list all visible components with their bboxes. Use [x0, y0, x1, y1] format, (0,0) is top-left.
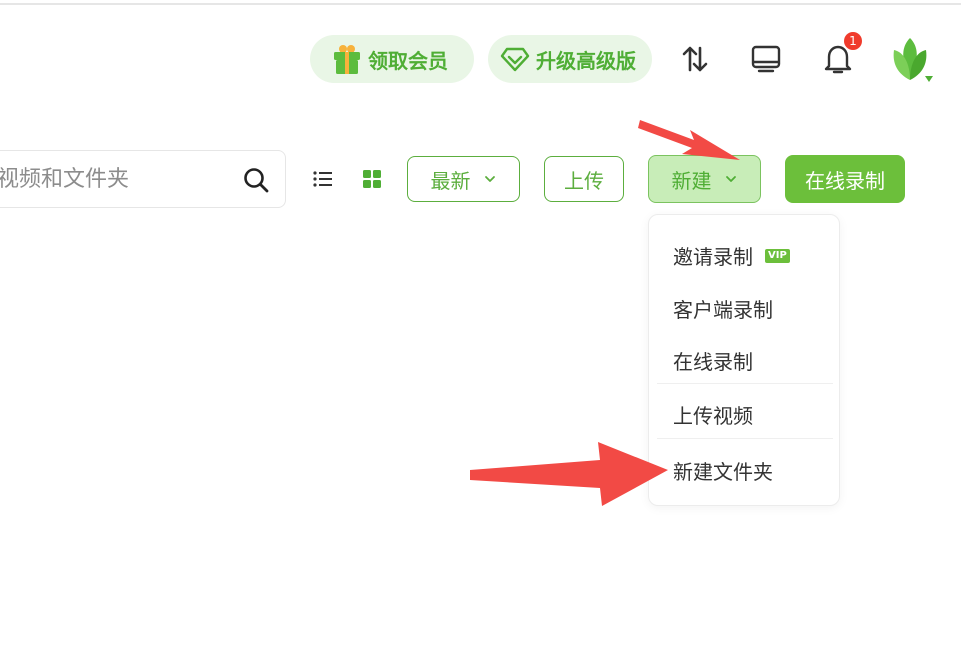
- claim-membership-label: 领取会员: [368, 48, 448, 73]
- upgrade-premium-button[interactable]: 升级高级版: [488, 35, 652, 83]
- menu-item-invite-record[interactable]: 邀请录制 VIP: [673, 241, 790, 270]
- avatar[interactable]: [888, 34, 936, 86]
- menu-item-upload-video[interactable]: 上传视频: [673, 400, 753, 429]
- new-dropdown-menu: 邀请录制 VIP 客户端录制 在线录制 上传视频 新建文件夹: [648, 214, 840, 506]
- sort-latest-label: 最新: [430, 168, 471, 193]
- grid-view-icon[interactable]: [361, 168, 383, 190]
- list-view-icon[interactable]: [312, 168, 334, 190]
- notification-badge: 1: [844, 32, 862, 50]
- menu-item-client-record[interactable]: 客户端录制: [673, 294, 773, 323]
- upload-button[interactable]: 上传: [544, 156, 624, 202]
- upgrade-premium-label: 升级高级版: [536, 48, 636, 73]
- new-button[interactable]: 新建: [648, 155, 761, 203]
- search-icon[interactable]: [243, 167, 269, 193]
- desktop-client-icon[interactable]: [749, 42, 783, 76]
- menu-divider: [657, 383, 833, 384]
- gift-icon: [332, 43, 362, 75]
- new-button-label: 新建: [671, 168, 712, 193]
- top-divider: [0, 3, 961, 5]
- search-box: [0, 150, 286, 208]
- vip-badge: VIP: [765, 248, 790, 263]
- menu-item-online-record[interactable]: 在线录制: [673, 346, 753, 375]
- menu-divider: [657, 438, 833, 439]
- annotation-arrow-icon: [470, 442, 668, 506]
- sort-latest-button[interactable]: 最新: [407, 156, 520, 202]
- claim-membership-button[interactable]: 领取会员: [310, 35, 474, 83]
- diamond-icon: [500, 46, 530, 72]
- online-record-button[interactable]: 在线录制: [785, 155, 905, 203]
- transfer-icon[interactable]: [678, 42, 712, 76]
- chevron-down-icon: [724, 174, 738, 184]
- search-input[interactable]: [0, 161, 233, 197]
- page: 领取会员 升级高级版 1 视频和文件夹 最新 上传 新建 在线录制 邀请录制 V…: [0, 0, 961, 666]
- menu-item-label: 邀请录制: [673, 245, 753, 269]
- chevron-down-icon: [483, 174, 497, 184]
- menu-item-new-folder[interactable]: 新建文件夹: [673, 456, 773, 485]
